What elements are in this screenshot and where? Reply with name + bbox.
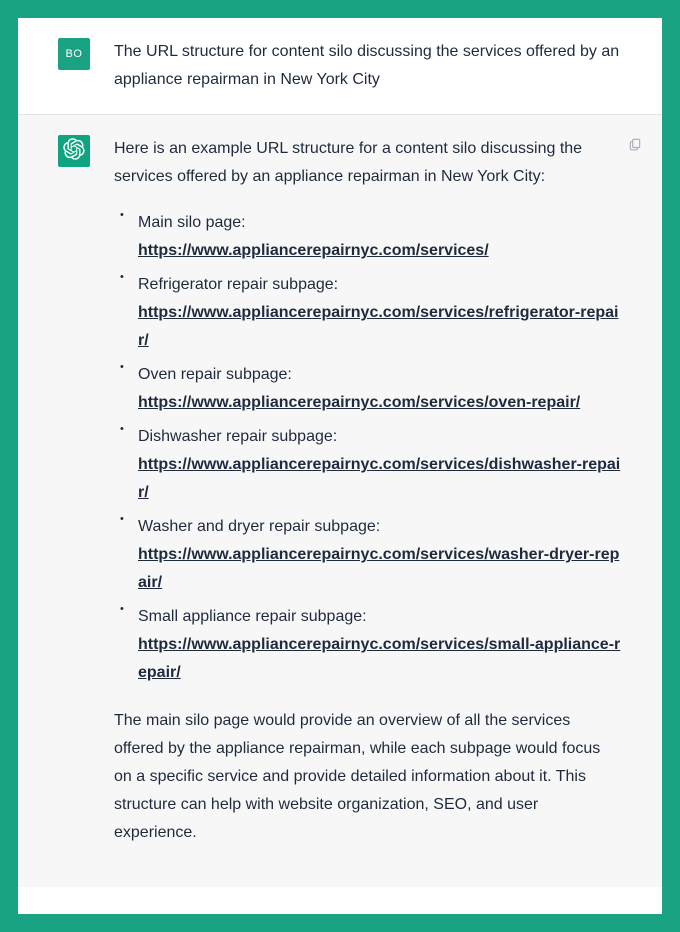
copy-icon[interactable] bbox=[628, 137, 644, 153]
item-url-link[interactable]: https://www.appliancerepairnyc.com/servi… bbox=[138, 394, 580, 411]
user-prompt: The URL structure for content silo discu… bbox=[114, 38, 622, 94]
user-avatar: BO bbox=[58, 38, 90, 70]
url-list: Main silo page: https://www.appliancerep… bbox=[114, 209, 622, 687]
assistant-content: Here is an example URL structure for a c… bbox=[114, 135, 622, 847]
assistant-avatar bbox=[58, 135, 90, 167]
list-item: Small appliance repair subpage: https://… bbox=[134, 603, 622, 687]
item-url-link[interactable]: https://www.appliancerepairnyc.com/servi… bbox=[138, 242, 489, 259]
item-url-link[interactable]: https://www.appliancerepairnyc.com/servi… bbox=[138, 546, 619, 591]
assistant-outro: The main silo page would provide an over… bbox=[114, 707, 622, 847]
openai-logo-icon bbox=[63, 138, 85, 165]
list-item: Oven repair subpage: https://www.applian… bbox=[134, 361, 622, 417]
user-message: BO The URL structure for content silo di… bbox=[18, 18, 662, 115]
list-item: Dishwasher repair subpage: https://www.a… bbox=[134, 423, 622, 507]
assistant-intro: Here is an example URL structure for a c… bbox=[114, 135, 622, 191]
item-url-link[interactable]: https://www.appliancerepairnyc.com/servi… bbox=[138, 636, 620, 681]
item-label: Dishwasher repair subpage: bbox=[138, 423, 622, 451]
list-item: Washer and dryer repair subpage: https:/… bbox=[134, 513, 622, 597]
list-item: Refrigerator repair subpage: https://www… bbox=[134, 271, 622, 355]
user-avatar-initials: BO bbox=[66, 48, 83, 60]
item-url-link[interactable]: https://www.appliancerepairnyc.com/servi… bbox=[138, 456, 620, 501]
chat-container: BO The URL structure for content silo di… bbox=[18, 18, 662, 914]
item-label: Washer and dryer repair subpage: bbox=[138, 513, 622, 541]
item-label: Main silo page: bbox=[138, 209, 622, 237]
item-url-link[interactable]: https://www.appliancerepairnyc.com/servi… bbox=[138, 304, 618, 349]
assistant-message: Here is an example URL structure for a c… bbox=[18, 115, 662, 887]
item-label: Refrigerator repair subpage: bbox=[138, 271, 622, 299]
item-label: Small appliance repair subpage: bbox=[138, 603, 622, 631]
item-label: Oven repair subpage: bbox=[138, 361, 622, 389]
list-item: Main silo page: https://www.appliancerep… bbox=[134, 209, 622, 265]
